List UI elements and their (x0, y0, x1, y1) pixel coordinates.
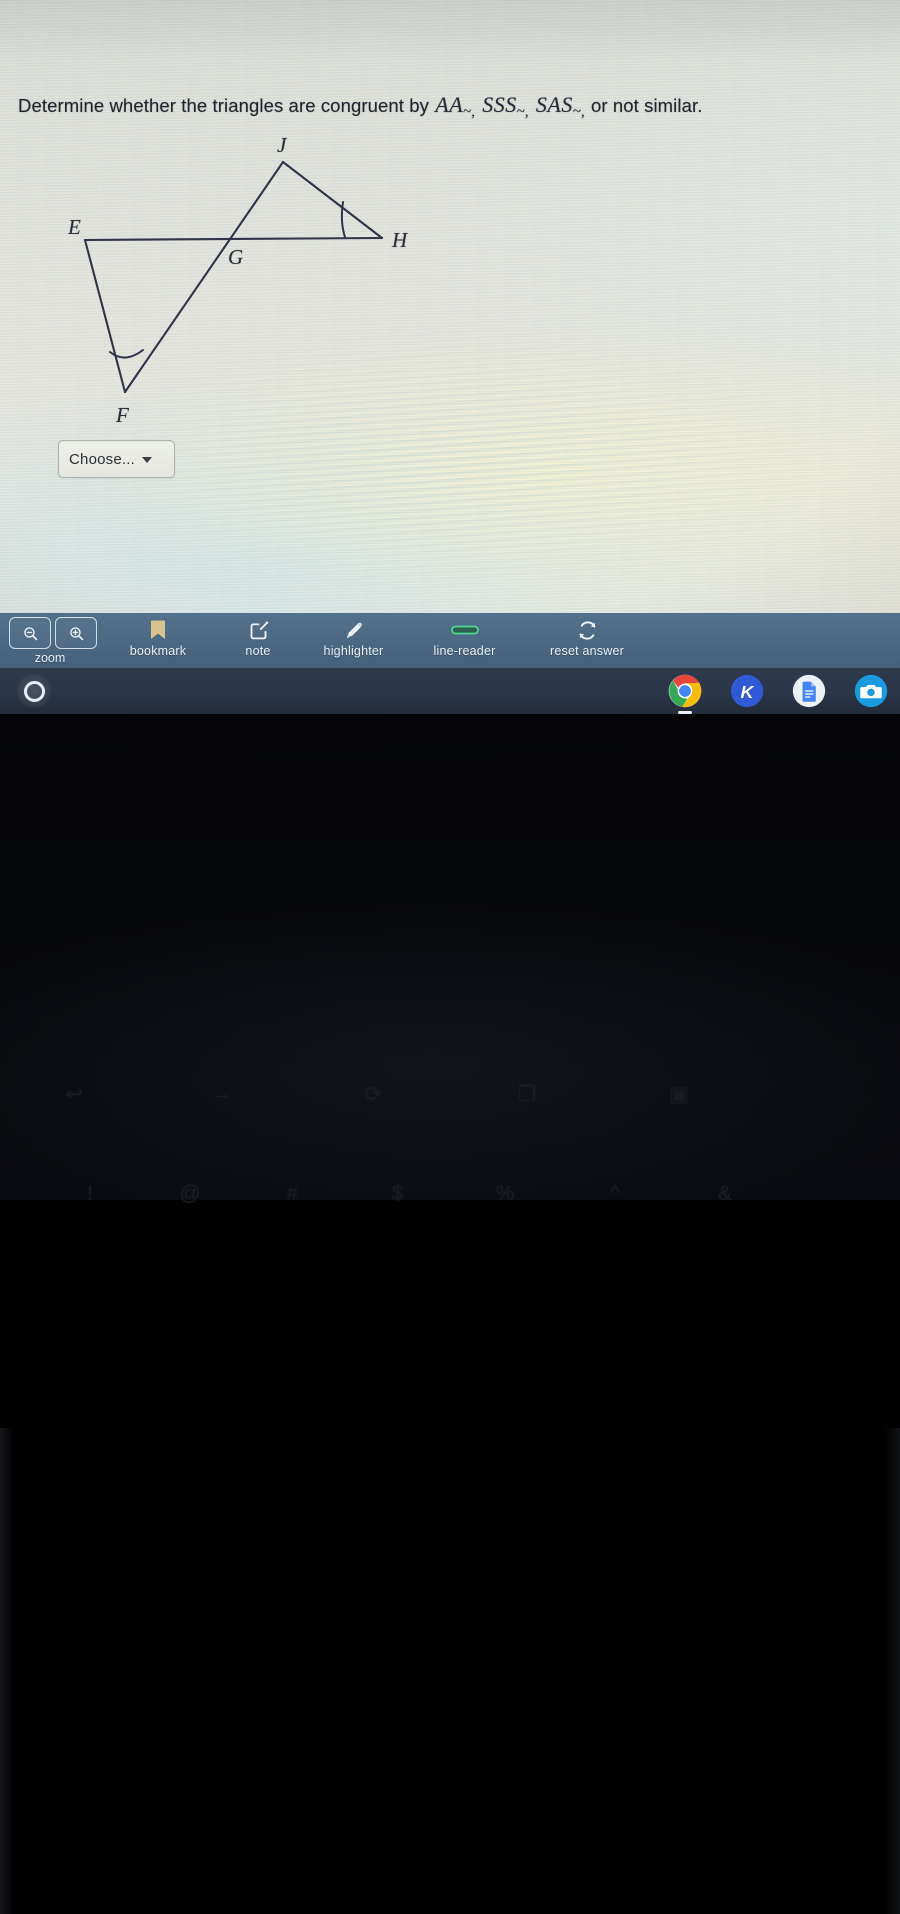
refresh-icon (577, 617, 598, 643)
screenshot-root: Determine whether the triangles are cong… (0, 0, 900, 1914)
key-hash[interactable]: # (240, 1182, 345, 1206)
segment-eh (83, 236, 384, 242)
reset-answer-label: reset answer (550, 644, 624, 658)
question-text-part1: Determine whether the triangles are cong… (18, 95, 429, 116)
vertex-label-j: J (277, 133, 287, 157)
chrome-app-icon[interactable] (666, 672, 704, 710)
key-overview[interactable]: ▣ (603, 1082, 755, 1107)
k-app-icon[interactable]: K (728, 672, 766, 710)
k-glyph: K (730, 674, 764, 708)
segment-jh (281, 160, 384, 240)
magnifier-minus-icon (23, 626, 37, 640)
chromeos-shelf: K (0, 668, 900, 714)
key-at[interactable]: @ (140, 1182, 240, 1206)
answer-dropdown-label: Choose... (69, 450, 136, 468)
criterion-sss: SSS (482, 92, 517, 117)
magnifier-plus-icon (69, 626, 83, 640)
tilde-sss: ~, (516, 104, 529, 120)
criterion-aa: AA (435, 92, 464, 117)
line-reader-icon (450, 617, 479, 643)
svg-text:K: K (741, 682, 755, 702)
screen-top-shading (0, 0, 900, 60)
bezel-left-edge-light (0, 1428, 14, 1914)
zoom-in-button[interactable] (55, 617, 97, 649)
bookmark-tool[interactable]: bookmark (100, 613, 216, 658)
docs-app-icon[interactable] (790, 672, 828, 710)
physical-keyboard: ↩ → ⟳ ❐ ▣ ! @ # $ % ^ & (0, 714, 900, 1205)
bookmark-label: bookmark (129, 644, 187, 658)
line-reader-label: line-reader (433, 644, 496, 658)
launcher-circle-icon[interactable] (16, 673, 52, 709)
highlighter-tool[interactable]: highlighter (300, 613, 407, 658)
zoom-out-button[interactable] (9, 617, 51, 649)
highlighter-label: highlighter (323, 644, 384, 658)
bookmark-icon (149, 617, 167, 643)
segment-ef (83, 238, 127, 394)
highlighter-icon (343, 617, 365, 643)
reset-answer-tool[interactable]: reset answer (522, 613, 652, 658)
camera-glyph (854, 674, 888, 708)
keyboard-function-row: ↩ → ⟳ ❐ ▣ (0, 1069, 900, 1119)
triangles-figure: E J G H F (0, 120, 470, 440)
app-toolbar: zoom bookmark note highlighter line-read… (0, 613, 900, 668)
line-reader-tool[interactable]: line-reader (407, 613, 522, 658)
zoom-tool-group: zoom (0, 613, 100, 665)
tilde-aa: ~, (463, 104, 476, 120)
laptop-bezel-keyboard: ↩ → ⟳ ❐ ▣ ! @ # $ % ^ & (0, 714, 900, 1914)
key-dollar[interactable]: $ (345, 1182, 450, 1206)
key-forward[interactable]: → (148, 1082, 296, 1106)
chevron-down-icon (142, 457, 153, 463)
note-pencil-icon (248, 617, 269, 643)
key-caret[interactable]: ^ (560, 1182, 670, 1206)
zoom-tool-label: zoom (34, 651, 66, 665)
key-ampersand[interactable]: & (670, 1182, 780, 1206)
keyboard-number-row: ! @ # $ % ^ & (0, 1169, 900, 1219)
key-percent[interactable]: % (450, 1182, 560, 1206)
vertex-label-f: F (116, 403, 129, 427)
tilde-sas: ~, (572, 104, 585, 120)
note-tool[interactable]: note (216, 613, 300, 658)
camera-app-icon[interactable] (852, 672, 890, 710)
chrome-glyph (668, 674, 702, 708)
docs-glyph (792, 674, 826, 708)
key-exclaim[interactable]: ! (40, 1182, 140, 1206)
segment-fj (123, 160, 285, 394)
shelf-app-icons: K (666, 672, 890, 710)
zoom-buttons (9, 617, 97, 649)
answer-dropdown[interactable]: Choose... (58, 440, 175, 478)
question-text-part2: or not similar. (590, 95, 703, 116)
key-fullscreen[interactable]: ❐ (451, 1082, 603, 1107)
criterion-sas: SAS (535, 92, 573, 117)
vertex-label-h: H (392, 228, 408, 252)
note-label: note (245, 644, 271, 658)
key-back[interactable]: ↩ (0, 1082, 148, 1107)
vertex-label-g: G (228, 245, 244, 269)
key-reload[interactable]: ⟳ (296, 1082, 451, 1107)
chromebook-screen: Determine whether the triangles are cong… (0, 0, 900, 613)
vertex-label-e: E (68, 215, 81, 239)
triangles-svg (83, 160, 384, 394)
bezel-right-edge-light (884, 1428, 900, 1914)
question-prompt: Determine whether the triangles are cong… (18, 92, 888, 120)
launcher-ring (23, 680, 45, 702)
